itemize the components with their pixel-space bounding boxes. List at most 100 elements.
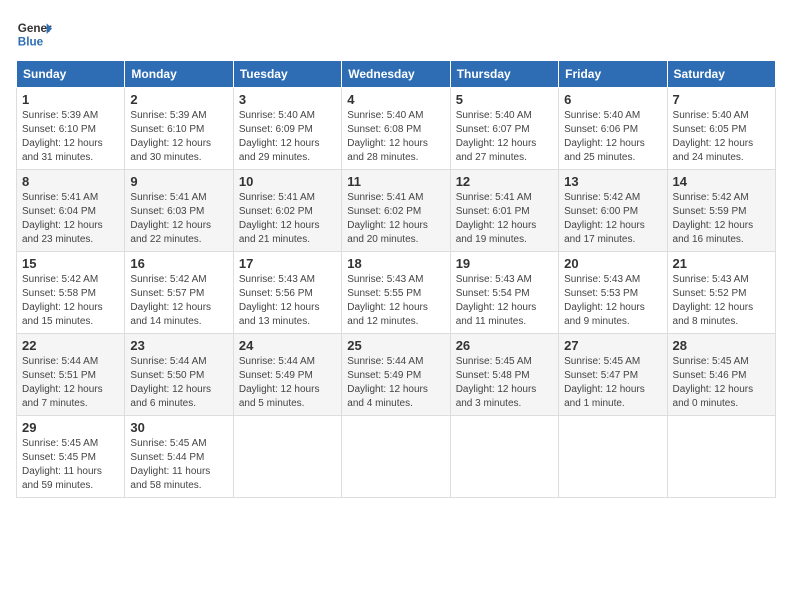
calendar-cell: 4 Sunrise: 5:40 AM Sunset: 6:08 PM Daylig… [342,88,450,170]
day-info: Sunrise: 5:45 AM Sunset: 5:48 PM Dayligh… [456,355,553,411]
logo: General Blue [16,16,52,52]
day-number: 16 [130,256,227,271]
day-number: 18 [347,256,444,271]
calendar-cell: 7Sunrise: 5:40 AM Sunset: 6:05 PM Daylig… [667,88,775,170]
day-info: Sunrise: 5:43 AM Sunset: 5:56 PM Dayligh… [239,273,336,329]
calendar-cell: 30 Sunrise: 5:45 AM Sunset: 5:44 PM Dayli… [125,416,233,498]
calendar-cell: 5Sunrise: 5:40 AM Sunset: 6:07 PM Daylig… [450,88,558,170]
day-info: Sunrise: 5:40 AM Sunset: 6:05 PM Dayligh… [673,109,770,165]
calendar-cell: 1 Sunrise: 5:39 AM Sunset: 6:10 PM Daylig… [17,88,125,170]
calendar-week-3: 15Sunrise: 5:42 AM Sunset: 5:58 PM Dayli… [17,252,776,334]
day-info: Sunrise: 5:44 AM Sunset: 5:49 PM Dayligh… [239,355,336,411]
day-number: 1 [22,92,119,107]
day-number: 30 [130,420,227,435]
day-number: 21 [673,256,770,271]
day-info: Sunrise: 5:45 AM Sunset: 5:44 PM Dayligh… [130,437,227,493]
calendar-cell: 14 Sunrise: 5:42 AM Sunset: 5:59 PM Dayli… [667,170,775,252]
calendar-table: SundayMondayTuesdayWednesdayThursdayFrid… [16,60,776,498]
calendar-cell: 16 Sunrise: 5:42 AM Sunset: 5:57 PM Dayli… [125,252,233,334]
day-info: Sunrise: 5:44 AM Sunset: 5:51 PM Dayligh… [22,355,119,411]
page-header: General Blue [16,16,776,52]
day-info: Sunrise: 5:41 AM Sunset: 6:02 PM Dayligh… [239,191,336,247]
day-number: 4 [347,92,444,107]
svg-text:Blue: Blue [18,36,44,49]
calendar-cell: 20 Sunrise: 5:43 AM Sunset: 5:53 PM Dayli… [559,252,667,334]
calendar-cell [342,416,450,498]
day-number: 25 [347,338,444,353]
day-number: 24 [239,338,336,353]
day-info: Sunrise: 5:43 AM Sunset: 5:55 PM Dayligh… [347,273,444,329]
logo-icon: General Blue [16,16,52,52]
day-info: Sunrise: 5:43 AM Sunset: 5:54 PM Dayligh… [456,273,553,329]
day-info: Sunrise: 5:40 AM Sunset: 6:06 PM Dayligh… [564,109,661,165]
day-info: Sunrise: 5:43 AM Sunset: 5:52 PM Dayligh… [673,273,770,329]
calendar-cell: 21 Sunrise: 5:43 AM Sunset: 5:52 PM Dayli… [667,252,775,334]
calendar-cell: 19 Sunrise: 5:43 AM Sunset: 5:54 PM Dayli… [450,252,558,334]
calendar-body: 1 Sunrise: 5:39 AM Sunset: 6:10 PM Daylig… [17,88,776,498]
weekday-header-friday: Friday [559,61,667,88]
day-number: 11 [347,174,444,189]
weekday-header-sunday: Sunday [17,61,125,88]
day-info: Sunrise: 5:45 AM Sunset: 5:47 PM Dayligh… [564,355,661,411]
calendar-week-2: 8Sunrise: 5:41 AM Sunset: 6:04 PM Daylig… [17,170,776,252]
calendar-cell: 17 Sunrise: 5:43 AM Sunset: 5:56 PM Dayli… [233,252,341,334]
calendar-cell: 15Sunrise: 5:42 AM Sunset: 5:58 PM Dayli… [17,252,125,334]
calendar-cell: 26 Sunrise: 5:45 AM Sunset: 5:48 PM Dayli… [450,334,558,416]
day-info: Sunrise: 5:45 AM Sunset: 5:45 PM Dayligh… [22,437,119,493]
calendar-week-4: 22 Sunrise: 5:44 AM Sunset: 5:51 PM Dayli… [17,334,776,416]
day-number: 13 [564,174,661,189]
calendar-cell [559,416,667,498]
weekday-header-monday: Monday [125,61,233,88]
day-number: 9 [130,174,227,189]
calendar-cell: 8Sunrise: 5:41 AM Sunset: 6:04 PM Daylig… [17,170,125,252]
calendar-cell: 13 Sunrise: 5:42 AM Sunset: 6:00 PM Dayli… [559,170,667,252]
calendar-week-5: 29 Sunrise: 5:45 AM Sunset: 5:45 PM Dayli… [17,416,776,498]
day-number: 27 [564,338,661,353]
day-info: Sunrise: 5:44 AM Sunset: 5:49 PM Dayligh… [347,355,444,411]
calendar-cell: 28 Sunrise: 5:45 AM Sunset: 5:46 PM Dayli… [667,334,775,416]
calendar-cell: 29 Sunrise: 5:45 AM Sunset: 5:45 PM Dayli… [17,416,125,498]
day-number: 22 [22,338,119,353]
day-number: 29 [22,420,119,435]
day-number: 8 [22,174,119,189]
calendar-cell: 23Sunrise: 5:44 AM Sunset: 5:50 PM Dayli… [125,334,233,416]
day-info: Sunrise: 5:39 AM Sunset: 6:10 PM Dayligh… [22,109,119,165]
calendar-cell: 18 Sunrise: 5:43 AM Sunset: 5:55 PM Dayli… [342,252,450,334]
calendar-header-row: SundayMondayTuesdayWednesdayThursdayFrid… [17,61,776,88]
day-number: 28 [673,338,770,353]
calendar-cell [450,416,558,498]
weekday-header-tuesday: Tuesday [233,61,341,88]
day-info: Sunrise: 5:41 AM Sunset: 6:02 PM Dayligh… [347,191,444,247]
day-info: Sunrise: 5:40 AM Sunset: 6:07 PM Dayligh… [456,109,553,165]
calendar-cell: 11 Sunrise: 5:41 AM Sunset: 6:02 PM Dayli… [342,170,450,252]
day-info: Sunrise: 5:39 AM Sunset: 6:10 PM Dayligh… [130,109,227,165]
day-number: 2 [130,92,227,107]
day-number: 14 [673,174,770,189]
day-number: 6 [564,92,661,107]
day-number: 15 [22,256,119,271]
day-info: Sunrise: 5:45 AM Sunset: 5:46 PM Dayligh… [673,355,770,411]
day-info: Sunrise: 5:40 AM Sunset: 6:08 PM Dayligh… [347,109,444,165]
day-number: 17 [239,256,336,271]
day-number: 12 [456,174,553,189]
calendar-cell [233,416,341,498]
calendar-cell: 10 Sunrise: 5:41 AM Sunset: 6:02 PM Dayli… [233,170,341,252]
weekday-header-wednesday: Wednesday [342,61,450,88]
calendar-cell: 6 Sunrise: 5:40 AM Sunset: 6:06 PM Daylig… [559,88,667,170]
day-info: Sunrise: 5:42 AM Sunset: 5:57 PM Dayligh… [130,273,227,329]
calendar-cell: 9Sunrise: 5:41 AM Sunset: 6:03 PM Daylig… [125,170,233,252]
calendar-cell [667,416,775,498]
calendar-cell: 27 Sunrise: 5:45 AM Sunset: 5:47 PM Dayli… [559,334,667,416]
day-number: 19 [456,256,553,271]
calendar-cell: 25 Sunrise: 5:44 AM Sunset: 5:49 PM Dayli… [342,334,450,416]
day-number: 20 [564,256,661,271]
day-info: Sunrise: 5:44 AM Sunset: 5:50 PM Dayligh… [130,355,227,411]
day-info: Sunrise: 5:42 AM Sunset: 6:00 PM Dayligh… [564,191,661,247]
day-info: Sunrise: 5:43 AM Sunset: 5:53 PM Dayligh… [564,273,661,329]
day-number: 26 [456,338,553,353]
weekday-header-thursday: Thursday [450,61,558,88]
day-number: 10 [239,174,336,189]
calendar-week-1: 1 Sunrise: 5:39 AM Sunset: 6:10 PM Daylig… [17,88,776,170]
calendar-cell: 24 Sunrise: 5:44 AM Sunset: 5:49 PM Dayli… [233,334,341,416]
day-info: Sunrise: 5:42 AM Sunset: 5:59 PM Dayligh… [673,191,770,247]
